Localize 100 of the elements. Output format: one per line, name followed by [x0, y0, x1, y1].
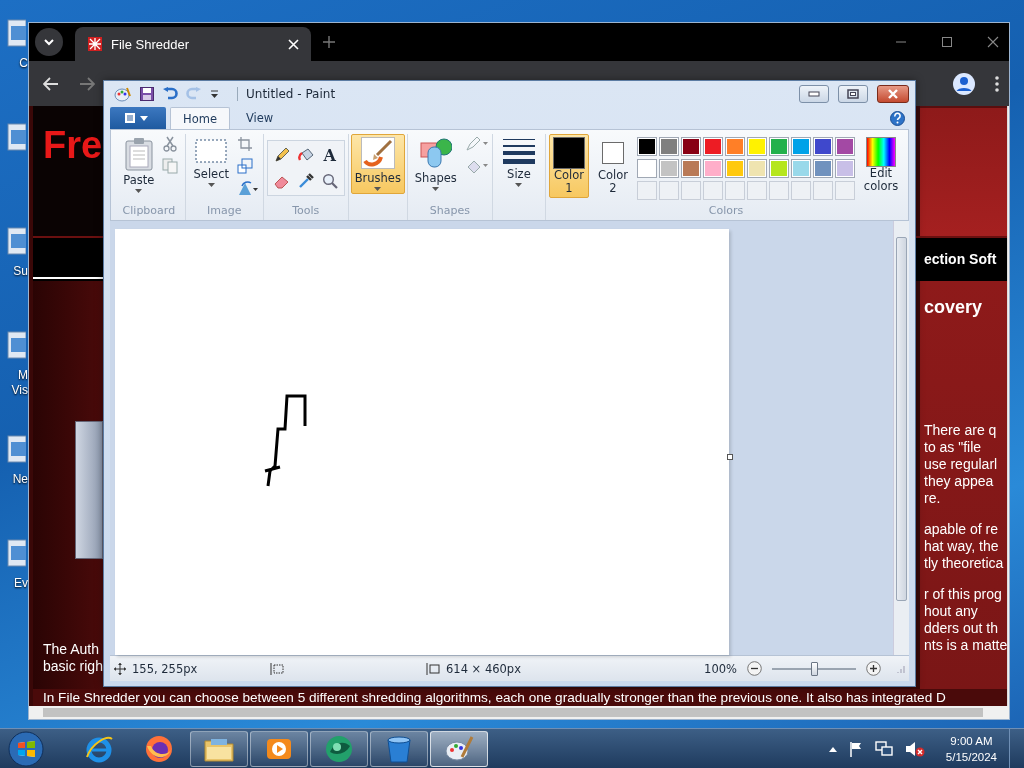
desktop-icon-label[interactable]: C [19, 56, 28, 71]
palette-swatch[interactable] [659, 159, 679, 178]
desktop-icon-label[interactable]: Ev [14, 576, 28, 591]
flag-icon[interactable] [848, 740, 863, 757]
palette-swatch[interactable] [681, 159, 701, 178]
palette-swatch[interactable] [769, 137, 789, 156]
media-player-icon[interactable] [250, 730, 308, 767]
paragraph-text: dders out th [924, 620, 999, 637]
nav-menu-link[interactable]: ection Soft [924, 251, 1008, 267]
back-arrow-icon[interactable] [43, 76, 59, 91]
crop-icon[interactable] [237, 136, 253, 152]
palette-swatch[interactable] [681, 137, 701, 156]
palette-swatch[interactable] [747, 137, 767, 156]
palette-swatch[interactable] [813, 159, 833, 178]
restore-button[interactable] [838, 85, 868, 103]
paragraph-text: they appea [924, 473, 995, 490]
paint-app-icon[interactable] [114, 86, 132, 102]
palette-swatch[interactable] [703, 159, 723, 178]
color-two-button[interactable]: Color 2 [593, 134, 633, 198]
menu-dots-icon[interactable] [995, 75, 999, 92]
text-tool-button[interactable]: A [318, 144, 341, 166]
palette-swatch[interactable] [703, 137, 723, 156]
save-icon[interactable] [140, 87, 154, 101]
show-hidden-icons-icon[interactable] [828, 745, 837, 752]
horizontal-scrollbar[interactable] [29, 706, 1009, 719]
clock-time[interactable]: 9:00 AM [950, 732, 993, 749]
paragraph-text: The Auth [43, 641, 101, 658]
edit-colors-button[interactable]: Edit colors [859, 134, 903, 196]
start-button[interactable] [8, 730, 44, 767]
palette-swatch[interactable] [769, 159, 789, 178]
section-heading: covery [924, 296, 984, 318]
resize-handle[interactable] [727, 454, 733, 460]
desktop-shortcut-icon[interactable] [4, 122, 26, 152]
desktop-shortcut-icon[interactable] [4, 18, 26, 48]
network-icon[interactable] [874, 740, 893, 757]
desktop-icon-label[interactable]: M Vis [11, 368, 28, 398]
zoom-slider[interactable] [772, 661, 856, 676]
palette-swatch[interactable] [835, 159, 855, 178]
color-one-button[interactable]: Color 1 [549, 134, 589, 198]
palette-swatch[interactable] [813, 137, 833, 156]
desktop-shortcut-icon[interactable] [4, 538, 26, 568]
profile-avatar-icon[interactable] [953, 72, 975, 95]
brushes-button[interactable]: Brushes [350, 134, 405, 194]
minimize-button[interactable] [799, 85, 829, 103]
shapes-button[interactable]: Shapes [410, 134, 461, 194]
close-icon[interactable] [987, 36, 999, 48]
muted-speaker-icon[interactable] [904, 740, 925, 757]
caret-icon [432, 187, 440, 191]
slider-thumb[interactable] [811, 661, 818, 676]
palette-swatch[interactable] [835, 137, 855, 156]
ribbon-tab[interactable]: Home [170, 107, 230, 129]
select-button[interactable]: Select [189, 134, 233, 190]
browser-tab[interactable]: File Shredder [75, 27, 311, 61]
selection-size-icon [270, 662, 284, 675]
forward-arrow-icon[interactable] [79, 76, 95, 91]
paste-button[interactable]: Paste [119, 134, 159, 196]
rotate-icon[interactable] [237, 180, 259, 196]
palette-swatch[interactable] [791, 159, 811, 178]
clipboard-icon [123, 137, 154, 171]
palette-swatch[interactable] [791, 137, 811, 156]
palette-swatch[interactable] [659, 137, 679, 156]
new-tab-icon[interactable] [323, 36, 335, 48]
bucket-app-icon[interactable] [370, 730, 428, 767]
palette-swatch[interactable] [637, 137, 657, 156]
maximize-icon[interactable] [941, 36, 953, 48]
zoom-out-button[interactable] [747, 661, 762, 676]
resize-grip-icon[interactable] [895, 663, 905, 674]
vertical-scrollbar[interactable] [893, 221, 909, 655]
paint-palette-icon[interactable] [430, 730, 488, 767]
desktop-shortcut-icon[interactable] [4, 226, 26, 256]
close-button[interactable] [877, 85, 909, 103]
palette-swatch[interactable] [747, 159, 767, 178]
desktop-shortcut-icon[interactable] [4, 330, 26, 360]
desktop-icon-label[interactable]: Su [13, 264, 28, 279]
resize-icon[interactable] [237, 158, 253, 174]
desktop-shortcut-icon[interactable] [4, 434, 26, 464]
clock-date[interactable]: 5/15/2024 [945, 748, 997, 765]
tab-title: File Shredder [111, 36, 191, 52]
tab-search-button[interactable] [35, 28, 63, 56]
help-icon[interactable] [890, 110, 905, 126]
group-label: Shapes [429, 204, 470, 219]
ribbon-tab[interactable]: View [233, 107, 286, 129]
palette-swatch[interactable] [637, 159, 657, 178]
file-menu-button[interactable] [110, 107, 166, 129]
vertical-scrollbar[interactable] [1007, 106, 1009, 706]
zoom-in-button[interactable] [866, 661, 881, 676]
dropdown-caret-icon[interactable] [210, 89, 219, 99]
desktop-icon-label[interactable]: Ne [12, 472, 28, 487]
canvas-size-icon [426, 662, 440, 675]
sphere-app-icon[interactable] [310, 730, 368, 767]
cut-icon[interactable] [162, 136, 179, 152]
outline-icon[interactable] [464, 136, 489, 152]
group-label: Tools [292, 204, 320, 219]
brush-icon [360, 137, 395, 169]
color-spectrum-icon [866, 137, 896, 167]
folder-icon[interactable] [190, 730, 248, 767]
size-button[interactable]: Size [497, 134, 540, 190]
palette-swatch[interactable] [725, 137, 745, 156]
undo-icon[interactable] [162, 87, 178, 101]
palette-swatch[interactable] [725, 159, 745, 178]
